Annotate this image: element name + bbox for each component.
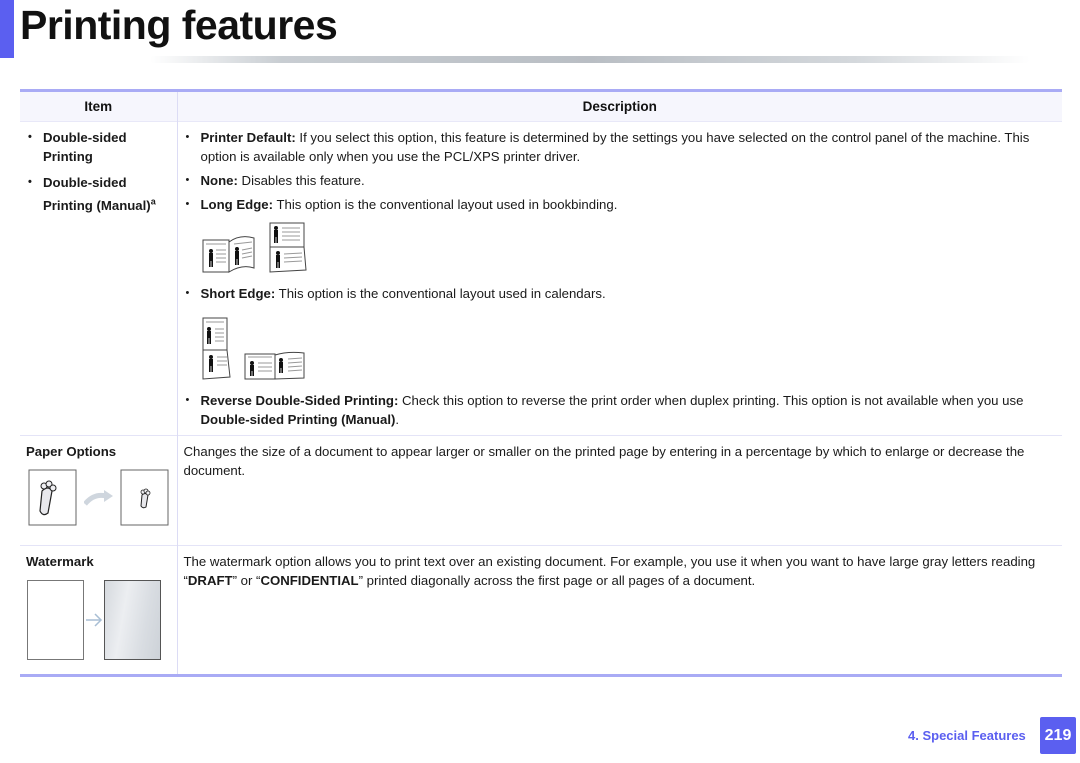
description-cell: The watermark option allows you to print… xyxy=(177,546,1062,676)
bullet-label: Reverse Double-Sided Printing: xyxy=(200,393,399,408)
bullet-label: Long Edge: xyxy=(200,197,274,212)
desc-text: ” printed diagonally across the first pa… xyxy=(358,573,756,588)
bullet-text: This option is the conventional layout u… xyxy=(275,286,606,301)
bullet-text: This option is the conventional layout u… xyxy=(273,197,618,212)
paper-options-description: Changes the size of a document to appear… xyxy=(183,444,1025,478)
watermark-description: The watermark option allows you to print… xyxy=(184,552,1057,590)
table-header-row: Item Description xyxy=(20,89,1062,122)
footnote-marker: a xyxy=(150,196,156,207)
small-page-icon xyxy=(120,469,169,526)
bullet-none: None: Disables this feature. xyxy=(184,171,1057,190)
long-edge-binding-illustration xyxy=(202,222,1057,274)
desc-text: ” or “ xyxy=(232,573,261,588)
arrow-right-icon xyxy=(84,490,113,506)
features-table: Item Description Double-sided Printing D… xyxy=(20,89,1062,677)
blank-page-icon xyxy=(27,580,84,660)
landscape-book-icon xyxy=(244,351,304,380)
description-cell: Printer Default: If you select this opti… xyxy=(177,122,1062,436)
bullet-text-end: . xyxy=(395,412,400,427)
item-label: Double-sided Printing (Manual) xyxy=(43,175,151,213)
item-label: Double-sided Printing xyxy=(43,130,127,164)
item-cell: Watermark xyxy=(20,545,178,676)
item-double-sided: Double-sided Printing xyxy=(26,128,171,166)
item-cell: Double-sided Printing Double-sided Print… xyxy=(20,121,178,436)
large-page-icon xyxy=(28,469,77,526)
bullet-text: Check this option to reverse the print o… xyxy=(398,393,1024,408)
bullet-long-edge: Long Edge: This option is the convention… xyxy=(184,195,1057,214)
bullet-short-edge: Short Edge: This option is the conventio… xyxy=(184,284,1057,303)
resize-document-illustration xyxy=(28,469,171,527)
header-description: Description xyxy=(177,89,1062,122)
watermark-illustration xyxy=(27,580,171,660)
bullet-printer-default: Printer Default: If you select this opti… xyxy=(184,128,1057,166)
footer-chapter-link[interactable]: 4. Special Features xyxy=(908,728,1026,743)
header-item: Item xyxy=(20,89,178,122)
page-title: Printing features xyxy=(20,2,338,48)
bullet-label: None: xyxy=(200,173,238,188)
title-divider xyxy=(150,56,1030,63)
description-cell: Changes the size of a document to appear… xyxy=(177,436,1062,546)
flip-page-icon xyxy=(269,222,307,273)
bullet-text: If you select this option, this feature … xyxy=(200,130,1030,164)
bullet-label: Short Edge: xyxy=(200,286,276,301)
item-paper-options: Paper Options xyxy=(26,444,117,459)
bullet-label: Printer Default: xyxy=(200,130,296,145)
title-accent-bar xyxy=(0,0,14,58)
table-row: Double-sided Printing Double-sided Print… xyxy=(20,121,1062,436)
item-cell: Paper Options xyxy=(20,435,178,546)
item-watermark: Watermark xyxy=(26,554,94,569)
table-row: Paper Options Changes the size of a docu… xyxy=(20,435,1062,546)
watermarked-page-icon xyxy=(104,580,161,660)
table-row: Watermark The watermark option allows yo… xyxy=(20,545,1062,676)
calendar-page-icon xyxy=(202,317,231,380)
bullet-reverse-double-sided: Reverse Double-Sided Printing: Check thi… xyxy=(184,391,1057,429)
bullet-text-bold: Double-sided Printing (Manual) xyxy=(200,412,396,427)
bullet-text: Disables this feature. xyxy=(237,173,365,188)
desc-draft: DRAFT xyxy=(187,573,233,588)
desc-confidential: CONFIDENTIAL xyxy=(260,573,359,588)
item-double-sided-manual: Double-sided Printing (Manual)a xyxy=(26,171,171,217)
short-edge-binding-illustration xyxy=(202,317,1057,381)
arrow-right-icon xyxy=(86,613,103,627)
open-book-icon xyxy=(202,236,254,273)
page-number: 219 xyxy=(1040,717,1076,754)
